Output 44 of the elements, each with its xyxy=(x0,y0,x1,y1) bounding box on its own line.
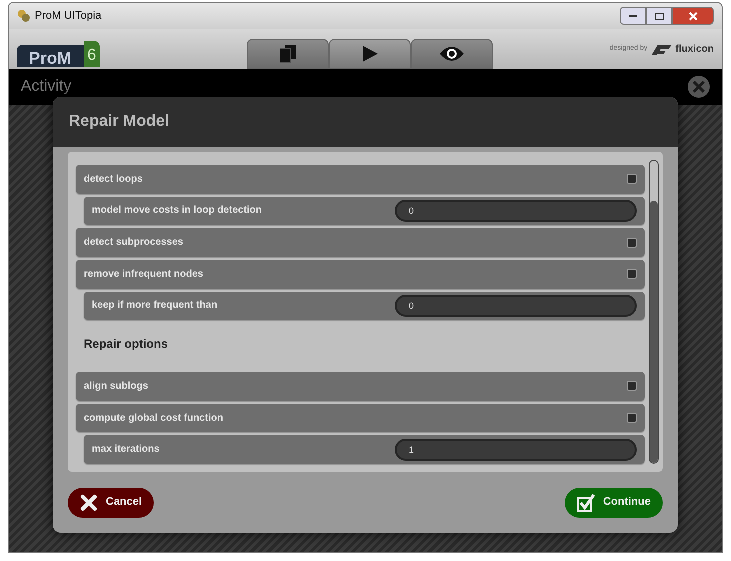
maximize-icon xyxy=(654,12,664,20)
option-label: detect loops xyxy=(84,172,144,187)
brand-logo-icon xyxy=(652,44,672,54)
option-label: detect subprocesses xyxy=(84,236,184,250)
option-label: remove infrequent nodes xyxy=(84,268,204,282)
brand-name: fluxicon xyxy=(676,43,714,57)
number-field[interactable]: 1 xyxy=(395,438,637,461)
close-icon xyxy=(688,12,698,20)
cancel-button[interactable]: Cancel xyxy=(68,488,154,518)
logo-version: 6 xyxy=(84,41,100,67)
logo-name: ProM xyxy=(17,45,84,67)
option-label: max iterations xyxy=(92,443,161,458)
minimize-icon xyxy=(629,15,637,17)
app-icon xyxy=(17,9,31,23)
section-heading: Repair options xyxy=(83,336,170,354)
toolbar-tab[interactable] xyxy=(247,39,330,69)
toolbar-tab[interactable] xyxy=(411,39,494,69)
close-icon[interactable] xyxy=(688,76,710,98)
activity-title: Activity xyxy=(21,77,73,97)
scrollbar[interactable] xyxy=(649,160,659,464)
checkbox[interactable] xyxy=(627,238,637,248)
minimize-button[interactable] xyxy=(620,7,646,25)
option-label: keep if more frequent than xyxy=(92,299,219,314)
option-label: compute global cost function xyxy=(84,412,224,426)
option-label: model move costs in loop detection xyxy=(92,204,264,218)
eye-icon xyxy=(439,46,466,62)
documents-icon xyxy=(280,45,296,63)
number-field[interactable]: 0 xyxy=(395,294,637,317)
window-title: ProM UITopia xyxy=(35,8,103,24)
checkbox[interactable] xyxy=(627,413,637,424)
number-field[interactable]: 0 xyxy=(395,200,637,222)
checkbox[interactable] xyxy=(627,269,637,280)
continue-button[interactable]: Continue xyxy=(565,488,663,518)
option-label: align sublogs xyxy=(84,380,150,394)
cross-icon xyxy=(80,494,98,512)
dialog-title: Repair Model xyxy=(69,112,170,132)
maximize-button[interactable] xyxy=(646,7,672,25)
checkbox-tick-icon xyxy=(577,494,596,512)
checkbox[interactable] xyxy=(627,174,637,184)
checkbox[interactable] xyxy=(627,381,637,392)
play-icon xyxy=(361,45,380,63)
toolbar-tab[interactable] xyxy=(329,39,412,69)
scrollbar-thumb[interactable] xyxy=(650,201,658,463)
close-button[interactable] xyxy=(672,7,714,25)
